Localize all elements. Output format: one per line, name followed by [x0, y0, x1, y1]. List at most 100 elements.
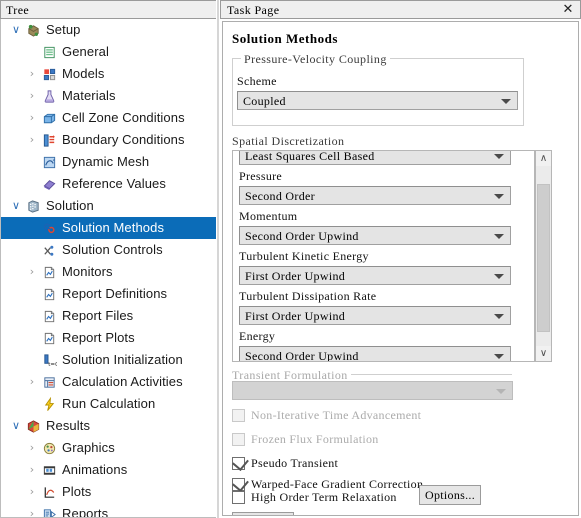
spatial-field-value: First Order Upwind	[245, 269, 346, 283]
panel-divider[interactable]	[217, 0, 219, 518]
scheme-dropdown[interactable]: Coupled	[237, 91, 518, 110]
plots-icon	[41, 481, 59, 503]
checkbox-box[interactable]	[232, 491, 245, 504]
spatial-field-value: Second Order Upwind	[245, 349, 359, 362]
chevron-down-icon	[494, 154, 504, 159]
sidebar-item-label: Animations	[62, 462, 128, 477]
spatial-field-dropdown[interactable]: First Order Upwind	[239, 306, 511, 325]
checkbox-box[interactable]	[232, 474, 249, 493]
sidebar-item-label: Report Files	[62, 308, 134, 323]
fluent-window: Tree ∨ Setup General › Models › Materials › Cell…	[0, 0, 581, 518]
chevron-right-icon[interactable]: ›	[25, 129, 39, 151]
sidebar-item-plots[interactable]: › Plots	[1, 481, 216, 503]
sidebar-item-reports[interactable]: › Reports	[1, 503, 216, 518]
spatial-field-label: Turbulent Dissipation Rate	[239, 289, 377, 303]
task-page-header: Task Page ✕	[220, 0, 581, 19]
tree-panel-header: Tree	[0, 0, 216, 19]
sidebar-item-label: General	[62, 44, 109, 59]
spatial-field-label: Momentum	[239, 209, 298, 223]
chevron-right-icon[interactable]: ›	[25, 371, 39, 393]
sidebar-item-solution[interactable]: ∨ Solution	[1, 195, 216, 217]
sidebar-item-label: Calculation Activities	[62, 374, 183, 389]
sidebar-item-label: Materials	[62, 88, 116, 103]
spatial-discretization-list[interactable]: GradientLeast Squares Cell BasedPressure…	[232, 150, 535, 362]
solution-initialization-icon: t=0	[41, 349, 59, 371]
pressure-velocity-coupling-group-title: Pressure-Velocity Coupling	[241, 52, 390, 67]
spatial-field-dropdown[interactable]: Second Order	[239, 186, 511, 205]
setup-icon	[25, 19, 43, 41]
reports-icon	[41, 503, 59, 517]
sidebar-item-setup[interactable]: ∨ Setup	[1, 19, 216, 41]
tree-panel-title: Tree	[6, 3, 30, 17]
chevron-down-icon	[494, 194, 504, 199]
run-calculation-icon	[41, 393, 59, 415]
chevron-down-icon[interactable]: ∨	[9, 19, 23, 41]
chevron-down-icon[interactable]: ∨	[9, 195, 23, 217]
sidebar-item-label: Solution Controls	[62, 242, 163, 257]
spatial-field-value: Least Squares Cell Based	[245, 150, 375, 163]
tree-list[interactable]: ∨ Setup General › Models › Materials › Cell Zone…	[0, 19, 216, 518]
checkbox-box	[232, 409, 245, 422]
checkbox-label: Non-Iterative Time Advancement	[251, 408, 422, 422]
checkbox-box[interactable]	[232, 453, 249, 472]
animations-icon	[41, 459, 59, 481]
sidebar-item-models[interactable]: › Models	[1, 63, 216, 85]
sidebar-item-report-definitions[interactable]: Report Definitions	[1, 283, 216, 305]
spatial-field-dropdown[interactable]: Second Order Upwind	[239, 226, 511, 245]
chevron-right-icon[interactable]: ›	[25, 459, 39, 481]
sidebar-item-solution-initialization[interactable]: t=0 Solution Initialization	[1, 349, 216, 371]
sidebar-item-report-files[interactable]: Report Files	[1, 305, 216, 327]
sidebar-item-boundary-conditions[interactable]: › Boundary Conditions	[1, 129, 216, 151]
materials-icon	[41, 85, 59, 107]
chevron-right-icon[interactable]: ›	[25, 107, 39, 129]
sidebar-item-report-plots[interactable]: Report Plots	[1, 327, 216, 349]
chevron-right-icon[interactable]: ›	[25, 437, 39, 459]
sidebar-item-label: Models	[62, 66, 105, 81]
sidebar-item-cell-zone-conditions[interactable]: › Cell Zone Conditions	[1, 107, 216, 129]
sidebar-item-results[interactable]: ∨ Results	[1, 415, 216, 437]
svg-text:t=0: t=0	[48, 362, 57, 368]
sidebar-item-monitors[interactable]: › Monitors	[1, 261, 216, 283]
solution-controls-icon	[41, 239, 59, 261]
chevron-down-icon[interactable]: ∨	[9, 415, 23, 437]
default-button[interactable]: Default	[232, 512, 294, 515]
chevron-right-icon[interactable]: ›	[25, 85, 39, 107]
models-icon	[41, 63, 59, 85]
spatial-field-dropdown[interactable]: Second Order Upwind	[239, 346, 511, 362]
sidebar-item-animations[interactable]: › Animations	[1, 459, 216, 481]
solution-methods-icon	[41, 217, 59, 239]
sidebar-item-label: Reports	[62, 506, 109, 518]
scrollbar-track[interactable]	[536, 166, 551, 346]
sidebar-item-label: Boundary Conditions	[62, 132, 185, 147]
sidebar-item-solution-methods[interactable]: Solution Methods	[1, 217, 216, 239]
sidebar-item-label: Report Definitions	[62, 286, 168, 301]
chevron-right-icon[interactable]: ›	[25, 261, 39, 283]
sidebar-item-reference-values[interactable]: Reference Values	[1, 173, 216, 195]
sidebar-item-run-calculation[interactable]: Run Calculation	[1, 393, 216, 415]
sidebar-item-solution-controls[interactable]: Solution Controls	[1, 239, 216, 261]
sidebar-item-general[interactable]: General	[1, 41, 216, 63]
chevron-down-icon	[494, 234, 504, 239]
scroll-down-icon[interactable]: ∨	[536, 346, 551, 361]
chevron-right-icon[interactable]: ›	[25, 503, 39, 517]
transient-formulation-dropdown	[232, 381, 513, 400]
sidebar-item-label: Report Plots	[62, 330, 135, 345]
general-icon	[41, 41, 59, 63]
spatial-field-label: Energy	[239, 329, 276, 343]
options-button[interactable]: Options...	[419, 485, 481, 505]
sidebar-item-materials[interactable]: › Materials	[1, 85, 216, 107]
scrollbar-thumb[interactable]	[537, 184, 550, 332]
chevron-right-icon[interactable]: ›	[25, 481, 39, 503]
spatial-field-dropdown[interactable]: Least Squares Cell Based	[239, 150, 511, 165]
chevron-right-icon[interactable]: ›	[25, 63, 39, 85]
sidebar-item-calculation-activities[interactable]: › Calculation Activities	[1, 371, 216, 393]
sidebar-item-label: Setup	[46, 22, 81, 37]
sidebar-item-graphics[interactable]: › Graphics	[1, 437, 216, 459]
spatial-field-dropdown[interactable]: First Order Upwind	[239, 266, 511, 285]
scroll-up-icon[interactable]: ∧	[536, 151, 551, 166]
task-page-title-bar-label: Task Page	[227, 3, 280, 17]
sidebar-item-label: Results	[46, 418, 91, 433]
close-icon[interactable]: ✕	[560, 2, 576, 18]
sidebar-item-dynamic-mesh[interactable]: Dynamic Mesh	[1, 151, 216, 173]
spatial-discretization-scrollbar[interactable]: ∧ ∨	[535, 150, 552, 362]
